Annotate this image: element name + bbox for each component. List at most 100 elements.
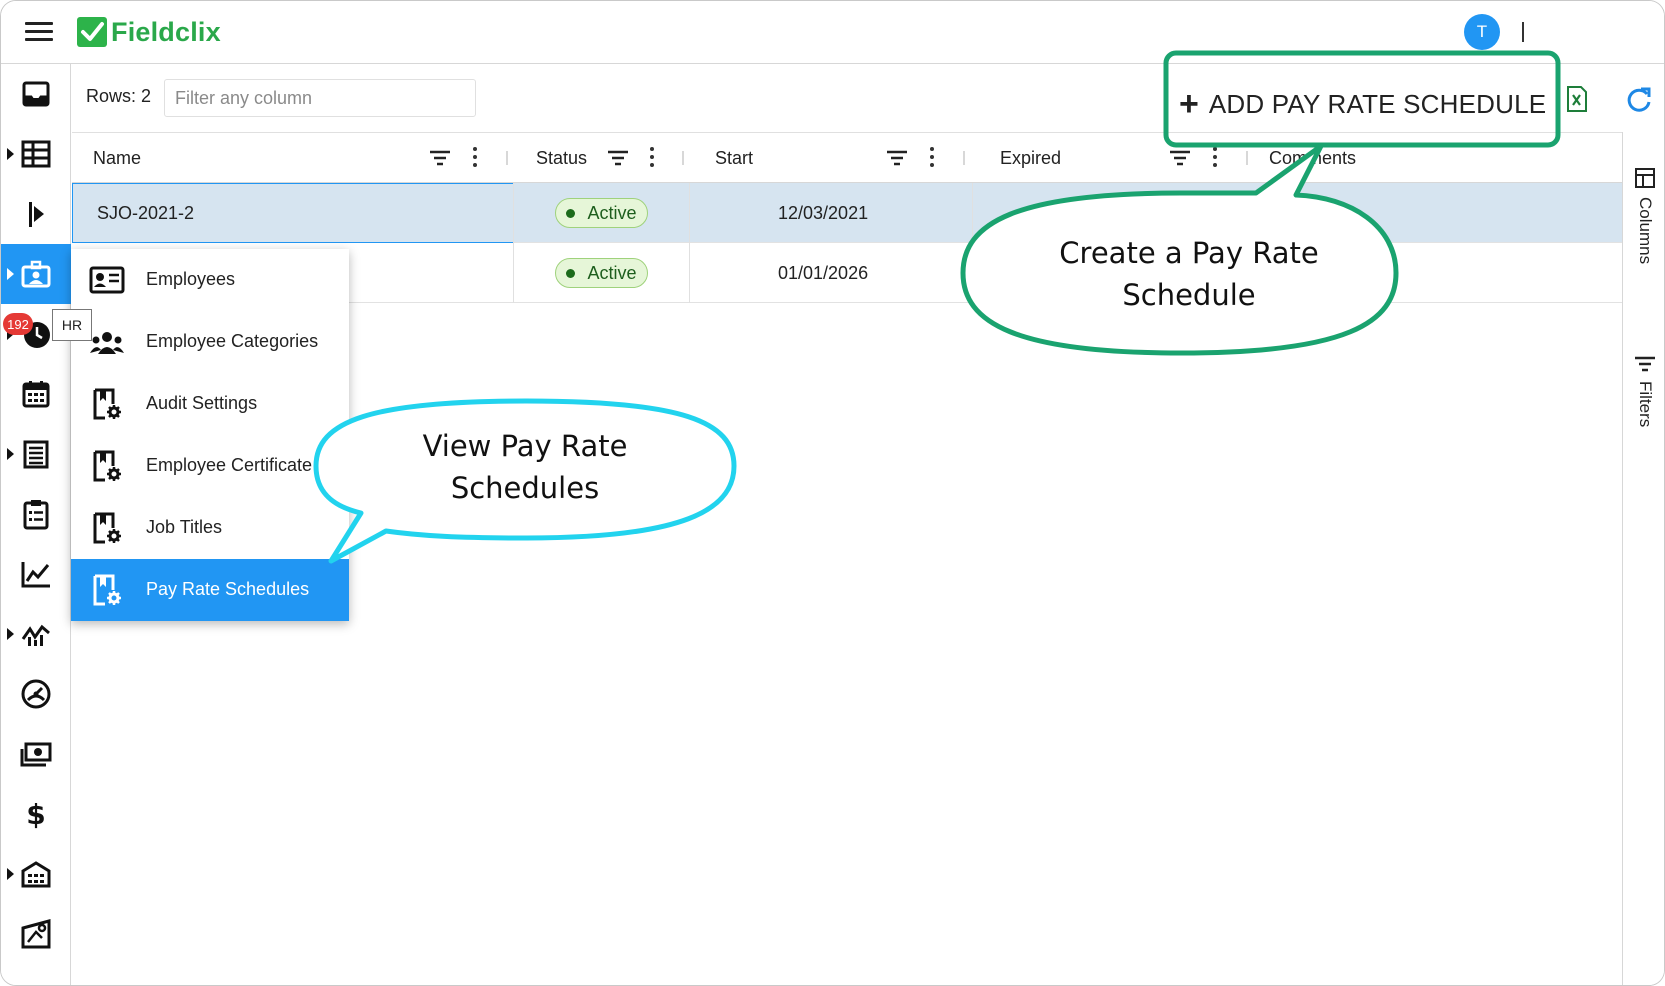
- column-divider[interactable]: [682, 151, 684, 165]
- svg-text:$: $: [26, 798, 45, 830]
- callout-line: Create a Pay Rate: [1059, 236, 1319, 270]
- filter-icon[interactable]: [1169, 149, 1191, 167]
- grid-toolbar: Rows: 2 + ADD PAY RATE SCHEDULE: [72, 64, 1651, 132]
- money-icon: [20, 742, 52, 767]
- column-divider[interactable]: [1246, 151, 1248, 165]
- sidebar-item-hr[interactable]: [1, 244, 71, 304]
- sidebar-item-reports[interactable]: [1, 544, 71, 604]
- sidebar-item-analytics[interactable]: [1, 604, 71, 664]
- logo-check-icon: [77, 17, 107, 47]
- menu-item-pay-rate-schedules[interactable]: Pay Rate Schedules: [71, 559, 349, 621]
- filter-icon[interactable]: [886, 149, 908, 167]
- column-header-name[interactable]: Name: [72, 133, 514, 184]
- sidebar-item-map[interactable]: [1, 904, 71, 964]
- excel-export-icon[interactable]: [1566, 86, 1588, 112]
- column-header-label: Status: [536, 148, 588, 168]
- expand-caret-icon: [7, 268, 14, 280]
- side-tool-panel: Columns Filters: [1622, 132, 1664, 985]
- expand-caret-icon: [7, 868, 14, 880]
- add-pay-rate-schedule-button[interactable]: + ADD PAY RATE SCHEDULE: [1179, 83, 1546, 125]
- top-bar: Fieldclix T: [1, 1, 1664, 64]
- filter-icon: [1635, 356, 1655, 372]
- column-menu-icon[interactable]: [471, 147, 479, 169]
- sidebar-item-inbox[interactable]: [1, 64, 71, 124]
- bookmark-gear-icon: [93, 388, 121, 420]
- cell-start[interactable]: 12/03/2021: [690, 183, 973, 243]
- menu-item-label: Employees: [146, 269, 236, 289]
- plus-icon: +: [1179, 85, 1199, 123]
- menu-item-employee-categories[interactable]: Employee Categories: [71, 311, 349, 373]
- menu-item-label: Employee Categories: [146, 331, 319, 351]
- column-divider[interactable]: [506, 151, 508, 165]
- cell-start[interactable]: 01/01/2026: [690, 243, 973, 303]
- sidebar-item-grid[interactable]: [1, 124, 71, 184]
- column-menu-icon[interactable]: [928, 147, 936, 169]
- bookmark-gear-icon: [93, 574, 121, 606]
- sidebar-item-payroll[interactable]: [1, 724, 71, 784]
- menu-item-audit-settings[interactable]: Audit Settings: [71, 373, 349, 435]
- sidebar-item-billing[interactable]: $: [1, 784, 71, 844]
- id-card-icon: [89, 266, 125, 294]
- column-header-status[interactable]: Status: [514, 133, 690, 184]
- sidebar-item-calendar[interactable]: [1, 364, 71, 424]
- columns-panel-tab[interactable]: Columns: [1623, 167, 1664, 265]
- left-sidebar: $: [1, 64, 71, 985]
- expand-caret-icon: [7, 448, 14, 460]
- user-avatar[interactable]: T: [1464, 14, 1500, 50]
- bookmark-gear-icon: [93, 512, 121, 544]
- add-button-label: ADD PAY RATE SCHEDULE: [1208, 88, 1547, 119]
- menu-item-employees[interactable]: Employees: [71, 249, 349, 311]
- dollar-icon: $: [26, 798, 45, 830]
- sidebar-item-documents[interactable]: [1, 424, 71, 484]
- header-divider: [1522, 22, 1524, 42]
- column-menu-icon[interactable]: [648, 147, 656, 169]
- sidebar-item-clipboard[interactable]: [1, 484, 71, 544]
- create-callout-text: Create a Pay Rate Schedule: [989, 232, 1389, 316]
- grid-table-icon: [21, 140, 51, 168]
- cell-status[interactable]: Active: [514, 243, 690, 303]
- clipboard-icon: [23, 500, 49, 530]
- list-document-icon: [23, 440, 49, 469]
- sidebar-item-dashboard[interactable]: [1, 664, 71, 724]
- status-dot-icon: [566, 268, 576, 278]
- inbox-icon: [22, 81, 50, 107]
- status-text: Active: [587, 202, 637, 223]
- menu-item-job-titles[interactable]: Job Titles: [71, 497, 349, 559]
- sidebar-item-warehouse[interactable]: [1, 844, 71, 904]
- column-header-label: Start: [715, 148, 754, 168]
- line-chart-icon: [21, 562, 50, 588]
- hamburger-menu-icon[interactable]: [25, 22, 53, 42]
- menu-item-label: Audit Settings: [146, 393, 258, 413]
- cell-status[interactable]: Active: [514, 183, 690, 243]
- menu-item-employee-certificate[interactable]: Employee Certificate: [71, 435, 349, 497]
- callout-line: Schedules: [450, 471, 600, 505]
- status-badge: Active: [555, 198, 648, 228]
- filters-panel-tab[interactable]: Filters: [1623, 355, 1664, 427]
- flag-start-icon: [29, 202, 44, 227]
- column-header-label: Expired: [1000, 148, 1062, 168]
- menu-item-label: Job Titles: [146, 517, 223, 537]
- cell-name[interactable]: SJO-2021-2: [72, 183, 514, 243]
- column-menu-icon[interactable]: [1211, 147, 1219, 169]
- table-row[interactable]: SJO-2021-2 Active 12/03/2021: [72, 183, 1622, 243]
- column-header-label: Comments: [1269, 148, 1357, 168]
- column-header-expired[interactable]: Expired: [973, 133, 1256, 184]
- filter-icon[interactable]: [429, 149, 451, 167]
- expand-caret-icon: [7, 148, 14, 160]
- callout-line: Schedule: [1122, 278, 1256, 312]
- refresh-icon[interactable]: [1625, 86, 1653, 114]
- expand-caret-icon: [7, 628, 14, 640]
- filter-icon[interactable]: [607, 149, 629, 167]
- columns-tab-label: Columns: [1636, 197, 1655, 265]
- row-count-label: Rows: 2: [86, 86, 152, 106]
- filter-any-column-input[interactable]: [164, 79, 476, 117]
- column-header-comments[interactable]: Comments: [1256, 133, 1622, 184]
- sidebar-item-start[interactable]: [1, 184, 71, 244]
- view-callout-text: View Pay Rate Schedules: [335, 425, 715, 509]
- column-divider[interactable]: [963, 151, 965, 165]
- app-logo[interactable]: Fieldclix: [77, 16, 221, 48]
- status-dot-icon: [566, 208, 576, 218]
- column-header-start[interactable]: Start: [690, 133, 973, 184]
- warehouse-icon: [21, 861, 51, 888]
- trending-chart-icon: [21, 624, 50, 646]
